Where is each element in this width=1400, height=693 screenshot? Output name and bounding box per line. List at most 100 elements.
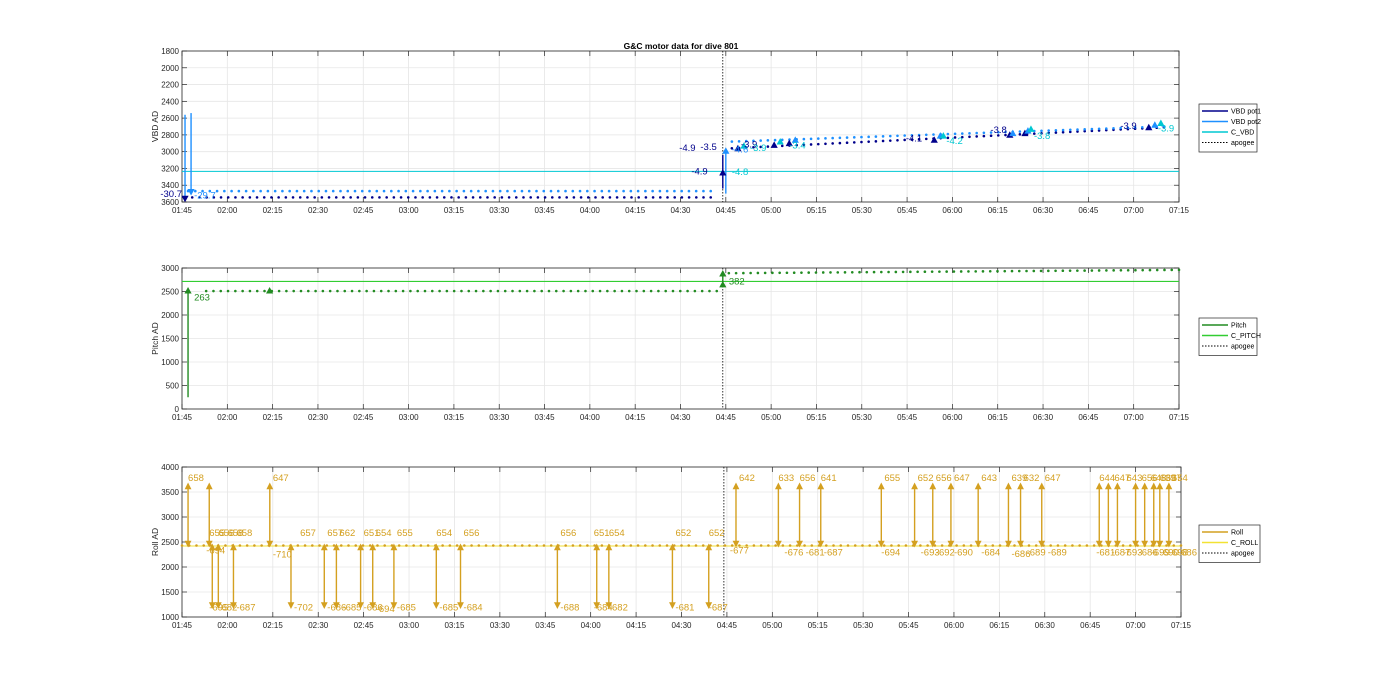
data-point <box>752 544 756 547</box>
data-point <box>302 189 306 193</box>
data-point <box>593 189 596 193</box>
data-point <box>658 544 662 547</box>
data-point <box>734 271 738 275</box>
data-point <box>533 289 536 293</box>
y-tick-label: 2800 <box>161 131 179 140</box>
data-point <box>382 189 386 193</box>
data-point <box>615 544 618 547</box>
data-point <box>666 196 669 199</box>
data-point <box>234 289 237 293</box>
data-point <box>759 139 762 142</box>
data-point <box>608 196 612 199</box>
data-point <box>549 189 553 193</box>
data-point <box>860 140 863 144</box>
data-label: 658 <box>188 473 204 484</box>
data-point <box>564 544 567 547</box>
data-point <box>680 189 683 193</box>
data-point <box>1090 127 1094 131</box>
data-point <box>680 196 684 199</box>
data-point <box>253 544 256 547</box>
data-label: 643 <box>981 473 997 484</box>
data-point <box>606 289 609 293</box>
x-tick-label: 03:00 <box>399 621 420 630</box>
data-point <box>564 189 567 193</box>
data-point <box>860 135 863 139</box>
data-point <box>1141 268 1144 272</box>
data-point <box>426 544 430 547</box>
data-point <box>701 544 705 547</box>
data-point <box>411 189 415 193</box>
data-point <box>503 289 507 293</box>
x-tick-label: 01:45 <box>172 206 193 215</box>
data-point <box>416 289 419 293</box>
data-point <box>975 135 978 138</box>
data-label: -685 <box>342 603 361 614</box>
y-tick-label: 1000 <box>161 613 179 622</box>
x-tick-label: 03:30 <box>489 413 510 422</box>
data-label: -3.5 <box>700 142 716 153</box>
data-label: -689 <box>1027 548 1046 559</box>
data-point <box>499 544 502 547</box>
data-point <box>470 544 473 547</box>
data-point <box>766 145 770 148</box>
data-point <box>378 196 381 199</box>
data-label: -689 <box>1048 548 1067 559</box>
data-label: -29.7 <box>194 191 216 202</box>
data-point <box>1119 269 1123 272</box>
data-point <box>430 289 434 293</box>
data-point <box>852 136 856 139</box>
data-label: 652 <box>675 528 691 539</box>
data-point <box>535 544 539 547</box>
data-point <box>409 289 412 293</box>
data-point <box>673 189 676 193</box>
x-tick-label: 04:15 <box>625 413 646 422</box>
data-point <box>1017 269 1021 273</box>
motor-data-figure: G&C motor data for dive 801 01:45 02:00 02… <box>0 0 1400 693</box>
x-tick-label: 04:45 <box>716 206 737 215</box>
data-point <box>716 544 719 547</box>
legend: VBD pot1 VBD pot2 C_VBDapogee <box>1198 103 1261 153</box>
data-point <box>919 544 922 547</box>
x-tick-label: 02:30 <box>308 621 329 630</box>
x-tick-label: 03:00 <box>399 206 420 215</box>
data-point <box>1047 269 1050 273</box>
data-point <box>277 196 280 199</box>
data-point <box>1078 544 1081 547</box>
data-label: -694 <box>881 548 900 559</box>
y-tick-label: 1500 <box>161 588 179 597</box>
data-label: -684 <box>981 548 1000 559</box>
data-point <box>370 196 374 199</box>
data-label: -682 <box>609 603 628 614</box>
data-point <box>967 270 970 273</box>
data-label: -684 <box>464 603 483 614</box>
data-point <box>255 289 259 293</box>
data-point <box>678 289 682 293</box>
data-point <box>1105 269 1108 272</box>
data-point <box>406 196 410 199</box>
data-point <box>321 289 325 293</box>
x-tick-label: 03:45 <box>535 206 556 215</box>
data-point <box>881 135 885 138</box>
data-point <box>845 141 849 145</box>
data-point <box>636 189 640 193</box>
data-point <box>887 270 890 274</box>
data-point <box>520 189 524 193</box>
data-point <box>363 196 367 199</box>
data-label: -4.8 <box>732 167 748 178</box>
data-point <box>996 269 999 273</box>
data-point <box>709 196 713 199</box>
x-tick-label: 05:45 <box>899 621 920 630</box>
data-point <box>598 289 602 293</box>
data-point <box>405 544 408 547</box>
x-tick-label: 02:00 <box>217 413 238 422</box>
data-point <box>491 544 495 547</box>
data-point <box>651 196 655 199</box>
data-point <box>244 189 248 193</box>
data-point <box>839 544 843 547</box>
y-tick-label: 1000 <box>161 358 179 367</box>
data-point <box>1134 268 1137 272</box>
data-point <box>836 271 840 274</box>
data-point <box>291 196 295 199</box>
data-point <box>700 289 704 293</box>
x-tick-label: 06:30 <box>1033 206 1054 215</box>
